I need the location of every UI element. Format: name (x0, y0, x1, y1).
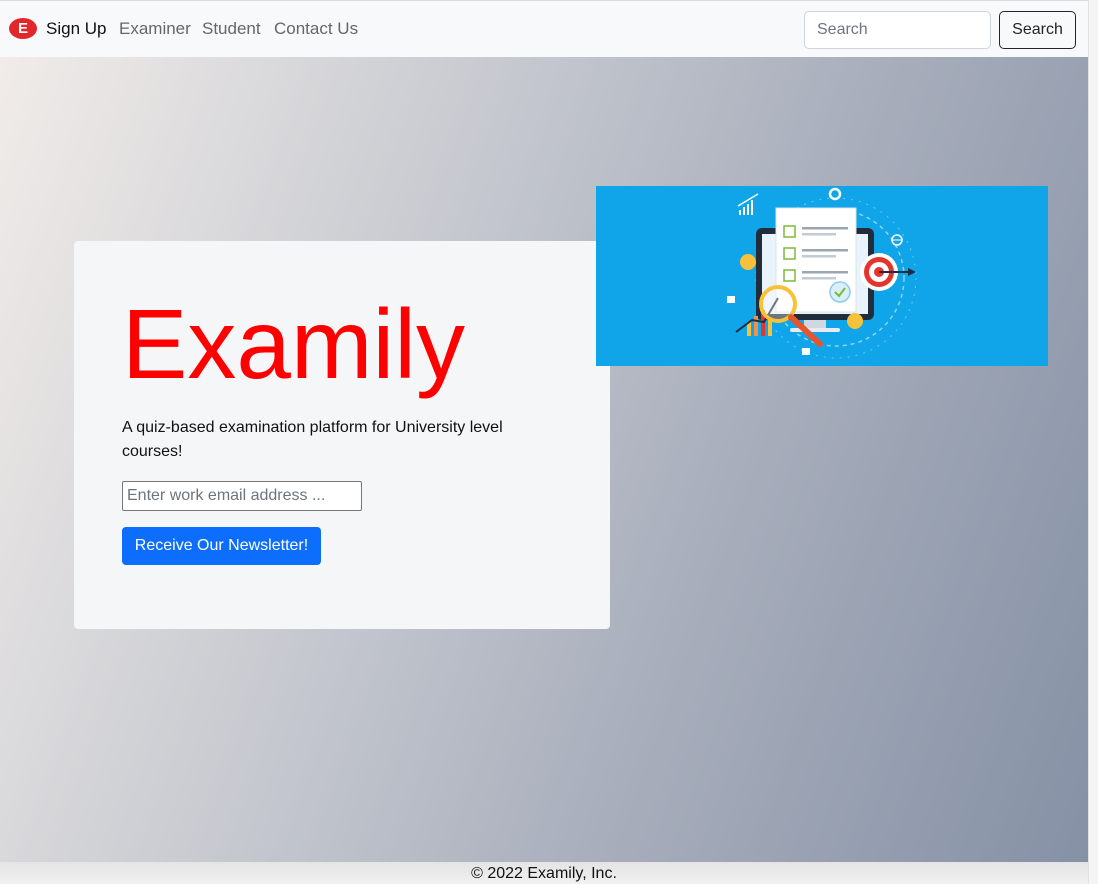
main-area: Examily A quiz-based examination platfor… (0, 57, 1088, 862)
scrollbar[interactable] (1088, 0, 1098, 884)
quiz-checklist-illustration (596, 186, 1048, 366)
newsletter-button[interactable]: Receive Our Newsletter! (122, 527, 321, 565)
footer: © 2022 Examily, Inc. (0, 862, 1088, 884)
search-input[interactable] (804, 11, 991, 49)
brand-logo-icon[interactable]: E (9, 18, 37, 39)
navbar: E Sign Up Examiner Student Contact Us Se… (0, 0, 1088, 57)
hero-card: Examily A quiz-based examination platfor… (74, 241, 610, 629)
copyright-text: © 2022 Examily, Inc. (471, 865, 617, 882)
hero-title: Examily (122, 289, 466, 399)
nav-link-examiner[interactable]: Examiner (119, 19, 191, 39)
hero-description: A quiz-based examination platform for Un… (122, 419, 503, 460)
quiz-checklist-icon (727, 187, 917, 359)
nav-link-contact-us[interactable]: Contact Us (274, 19, 358, 39)
nav-link-sign-up[interactable]: Sign Up (46, 19, 106, 39)
search-button[interactable]: Search (999, 11, 1076, 49)
email-input[interactable] (122, 481, 362, 511)
nav-link-student[interactable]: Student (202, 19, 261, 39)
